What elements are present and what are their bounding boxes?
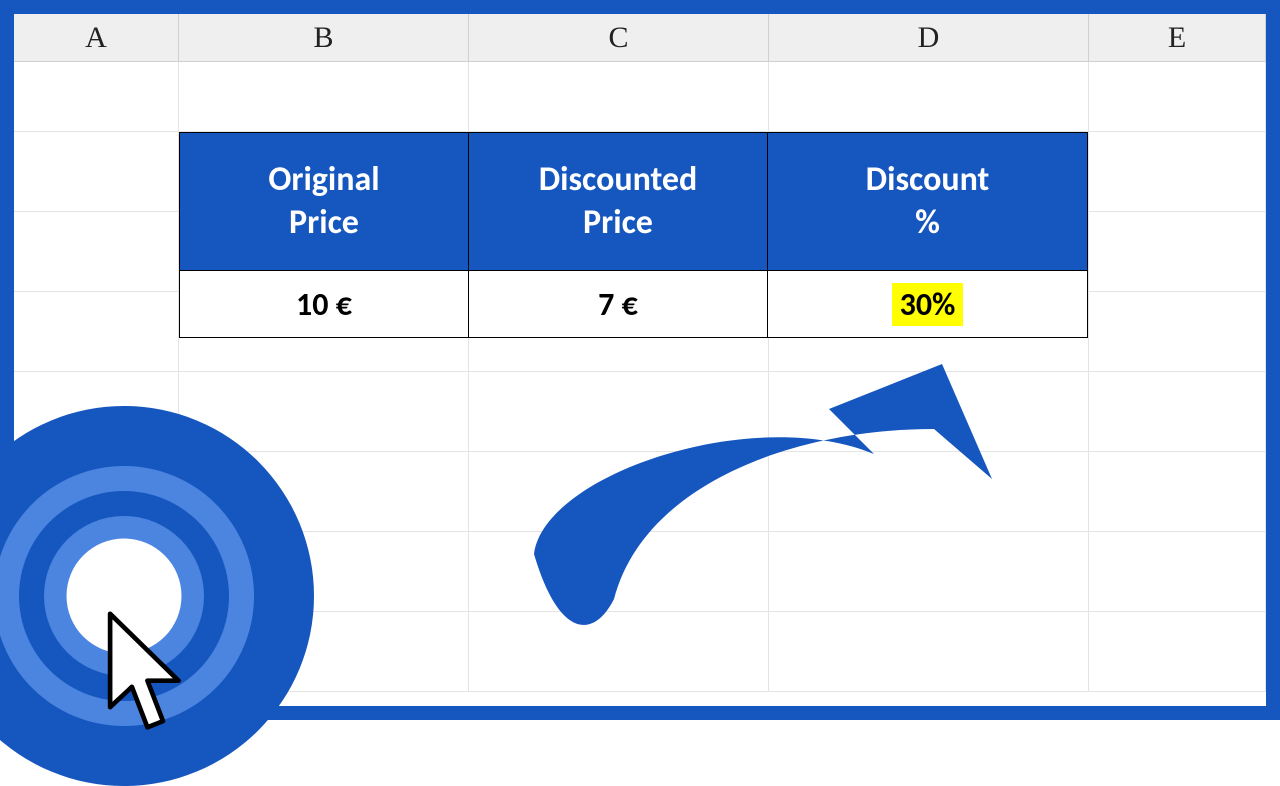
cell[interactable]: [769, 452, 1089, 531]
cell[interactable]: [469, 372, 769, 451]
cell[interactable]: [1089, 292, 1266, 371]
cell[interactable]: [1089, 132, 1266, 211]
column-header-row: A B C D E: [14, 14, 1266, 62]
highlighted-value: 30%: [892, 283, 964, 326]
cell[interactable]: [769, 612, 1089, 691]
col-header-D[interactable]: D: [769, 14, 1089, 61]
cell-discount-percent[interactable]: 30%: [768, 271, 1087, 337]
cell[interactable]: [769, 532, 1089, 611]
spreadsheet-viewport: A B C D E: [14, 14, 1266, 706]
grid-row: [14, 62, 1266, 132]
cell[interactable]: [14, 62, 179, 131]
cell[interactable]: [769, 62, 1089, 131]
cell[interactable]: [769, 372, 1089, 451]
table-header-original-price[interactable]: Original Price: [180, 133, 469, 271]
cell[interactable]: [1089, 532, 1266, 611]
target-logo-icon: [0, 406, 314, 786]
cell[interactable]: [469, 62, 769, 131]
col-header-E[interactable]: E: [1089, 14, 1266, 61]
table-header-discounted-price[interactable]: Discounted Price: [469, 133, 768, 271]
cell[interactable]: [14, 212, 179, 291]
cell-discounted-price[interactable]: 7 €: [469, 271, 768, 337]
cell[interactable]: [1089, 612, 1266, 691]
cell[interactable]: [469, 532, 769, 611]
table-header-discount-percent[interactable]: Discount %: [768, 133, 1087, 271]
cell[interactable]: [14, 132, 179, 211]
cell[interactable]: [1089, 452, 1266, 531]
cell-original-price[interactable]: 10 €: [180, 271, 469, 337]
cell[interactable]: [1089, 62, 1266, 131]
cell[interactable]: [179, 62, 469, 131]
cell[interactable]: [469, 612, 769, 691]
cell[interactable]: [1089, 372, 1266, 451]
cell[interactable]: [1089, 212, 1266, 291]
discount-table: Original Price Discounted Price Discount…: [179, 132, 1088, 338]
cursor-arrow-icon: [94, 606, 204, 746]
col-header-A[interactable]: A: [14, 14, 179, 61]
col-header-C[interactable]: C: [469, 14, 769, 61]
cell[interactable]: [14, 292, 179, 371]
cell[interactable]: [469, 452, 769, 531]
col-header-B[interactable]: B: [179, 14, 469, 61]
